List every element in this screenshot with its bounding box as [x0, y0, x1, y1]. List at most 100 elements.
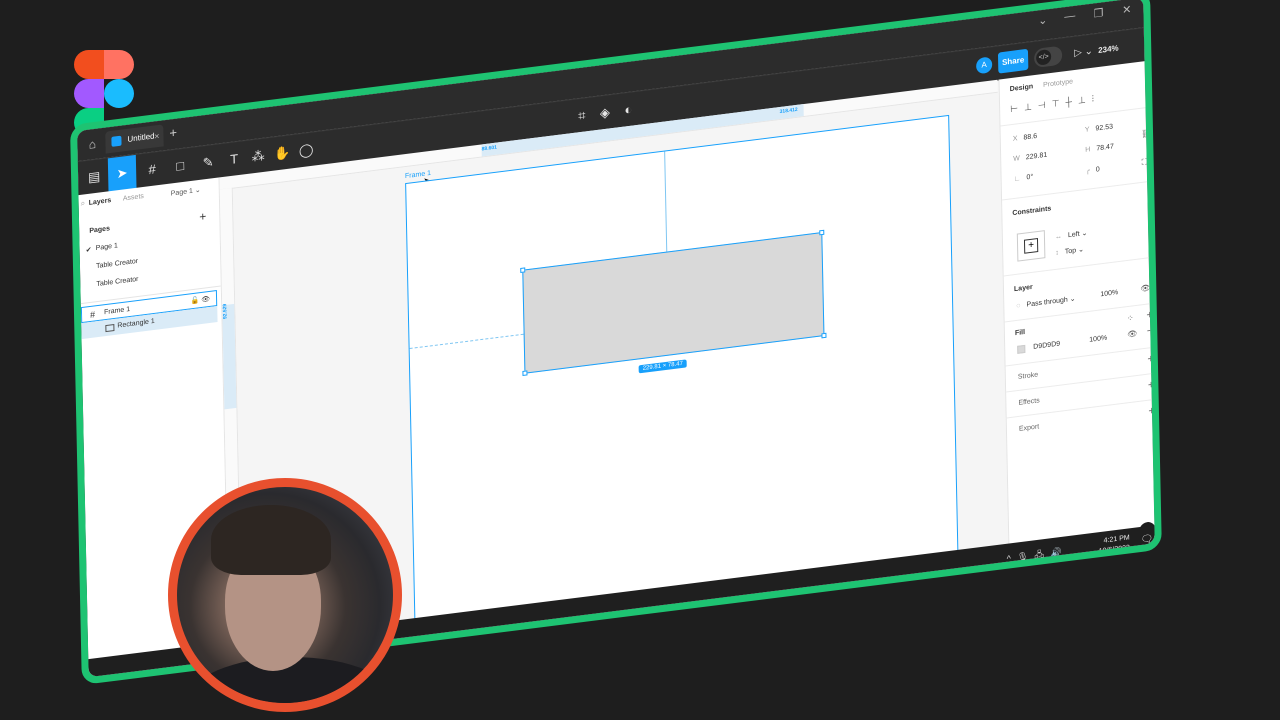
search-icon[interactable]: ⌕: [81, 198, 86, 209]
components-icon[interactable]: ⁂: [248, 138, 269, 175]
corner-radius-icon: ╭: [1085, 167, 1090, 175]
layer-opacity[interactable]: 100%: [1100, 289, 1118, 298]
plus-icon: +: [1023, 238, 1039, 254]
close-tab-icon[interactable]: ×: [154, 125, 160, 148]
remove-fill-button[interactable]: −: [1147, 325, 1154, 338]
check-icon: ✔: [85, 246, 92, 255]
styles-icon[interactable]: ⁘: [1127, 313, 1134, 323]
effects-header: Effects: [1018, 397, 1040, 407]
radius-value: 0: [1095, 166, 1100, 174]
resize-handle[interactable]: [821, 332, 827, 339]
close-window-icon[interactable]: ✕: [1122, 3, 1131, 17]
comment-icon[interactable]: ◯: [296, 132, 317, 169]
add-page-button[interactable]: +: [199, 209, 206, 224]
file-tab[interactable]: Untitled ×: [105, 124, 164, 154]
layer-header: Layer: [1013, 283, 1033, 294]
code-icon: </>: [1035, 48, 1052, 66]
y-label: Y: [1084, 126, 1090, 134]
pages-header: Pages: [89, 225, 110, 235]
w-label: W: [1013, 155, 1020, 163]
zoom-level[interactable]: 234%: [1098, 31, 1119, 68]
left-panel-tabs: Layers Assets: [89, 193, 144, 207]
pen-icon[interactable]: ✎: [196, 144, 221, 181]
volume-icon[interactable]: 🔊: [1050, 546, 1067, 558]
rectangle-icon: [105, 323, 115, 333]
constrain-proportions-icon[interactable]: ⛓: [1141, 129, 1151, 139]
crop-icon[interactable]: ⌗: [578, 107, 586, 123]
constraint-horizontal[interactable]: ↔ Left ⌄: [1055, 229, 1088, 241]
shape-icon[interactable]: □: [168, 148, 193, 185]
constraint-h-value: Left: [1067, 230, 1080, 240]
network-icon[interactable]: 🖧: [1034, 548, 1050, 560]
move-icon[interactable]: ➤: [107, 154, 137, 193]
fill-swatch[interactable]: [1017, 344, 1026, 354]
ruler-selection-range-vertical: [222, 303, 237, 410]
video-thumbnail: ⌂ Untitled × + ⌄ — ❐ ✕ ▤ ➤ # □ ✎ T ⁂ ✋ ◯…: [0, 0, 1280, 720]
guide-horizontal: [409, 333, 524, 350]
rotation-icon: ∟: [1013, 175, 1021, 183]
resize-handle[interactable]: [522, 370, 528, 376]
new-tab-button[interactable]: +: [169, 125, 177, 141]
add-effect-button[interactable]: +: [1148, 379, 1155, 392]
resize-handle[interactable]: [520, 267, 526, 273]
microphone-icon[interactable]: 🎙: [1017, 550, 1035, 562]
minimize-icon[interactable]: —: [1064, 10, 1075, 23]
text-icon[interactable]: T: [224, 141, 245, 178]
page-item[interactable]: Page 1: [96, 242, 118, 252]
x-label: X: [1012, 135, 1018, 143]
independent-corners-icon[interactable]: ⛶: [1142, 157, 1148, 168]
rotation-value: 0°: [1026, 173, 1034, 182]
tab-assets[interactable]: Assets: [123, 193, 144, 203]
tab-design[interactable]: Design: [1010, 83, 1033, 93]
maximize-icon[interactable]: ❐: [1093, 6, 1103, 20]
rotation-field[interactable]: ∟ 0°: [1014, 173, 1034, 182]
fill-opacity[interactable]: 100%: [1089, 335, 1107, 344]
rectangle[interactable]: [520, 229, 827, 376]
play-icon[interactable]: ▷ ⌄: [1074, 35, 1094, 71]
blend-icon: ◌: [1016, 302, 1021, 310]
add-fill-button[interactable]: +: [1146, 309, 1153, 322]
resize-handle[interactable]: [819, 229, 825, 236]
tab-title: Untitled: [127, 131, 155, 144]
frame-icon[interactable]: #: [140, 151, 165, 188]
radius-field[interactable]: ╭ 0: [1086, 165, 1100, 175]
eye-icon[interactable]: 👁: [1140, 283, 1150, 293]
x-field[interactable]: X 88.6: [1013, 133, 1037, 143]
dev-mode-toggle[interactable]: </>: [1033, 45, 1063, 69]
frame[interactable]: 229.81 × 78.47: [405, 114, 959, 628]
layer-name: Rectangle 1: [117, 317, 155, 330]
webcam-overlay: [168, 478, 402, 712]
figma-menu-icon[interactable]: ▤: [82, 159, 107, 196]
alignment-icons[interactable]: ⊢⊥⊣⊤┼⊥⫶: [1010, 93, 1100, 115]
system-clock[interactable]: 4:21 PM 10/6/2023: [1098, 533, 1130, 557]
blend-mode-select[interactable]: ◌ Pass through ⌄: [1016, 294, 1075, 309]
contrast-icon[interactable]: ◐: [624, 102, 632, 118]
constraint-widget[interactable]: +: [1016, 230, 1046, 262]
page-selector[interactable]: Page 1 ⌄: [171, 186, 201, 198]
h-value: 78.47: [1096, 143, 1114, 153]
notification-icon[interactable]: 🗨: [1141, 533, 1154, 546]
width-field[interactable]: W 229.81: [1013, 152, 1047, 163]
add-stroke-button[interactable]: +: [1147, 353, 1154, 366]
avatar[interactable]: A: [975, 56, 993, 75]
x-value: 88.6: [1023, 132, 1038, 142]
ruler-left-mark: 92.529: [222, 303, 229, 320]
home-icon[interactable]: ⌂: [83, 134, 101, 154]
tab-prototype[interactable]: Prototype: [1043, 78, 1073, 89]
component-icon[interactable]: ◈: [600, 104, 610, 120]
fill-hex[interactable]: D9D9D9: [1033, 341, 1060, 351]
page-item[interactable]: Table Creator: [96, 258, 138, 270]
eye-icon[interactable]: 👁: [1127, 329, 1137, 339]
page-selector-label: Page 1: [170, 187, 193, 198]
y-field[interactable]: Y 92.53: [1085, 123, 1113, 134]
chevron-up-icon[interactable]: ^: [1007, 553, 1017, 564]
height-field[interactable]: H 78.47: [1085, 143, 1114, 154]
chevron-down-icon[interactable]: ⌄: [1038, 13, 1047, 27]
tab-layers[interactable]: Layers: [89, 197, 112, 207]
share-button[interactable]: Share: [997, 48, 1029, 74]
page-item[interactable]: Table Creator: [96, 276, 138, 288]
hand-icon[interactable]: ✋: [272, 135, 293, 172]
add-export-button[interactable]: +: [1148, 405, 1155, 418]
system-tray[interactable]: ^🎙🖧🔊: [1007, 544, 1068, 568]
constraint-vertical[interactable]: ↕ Top ⌄: [1055, 245, 1084, 257]
